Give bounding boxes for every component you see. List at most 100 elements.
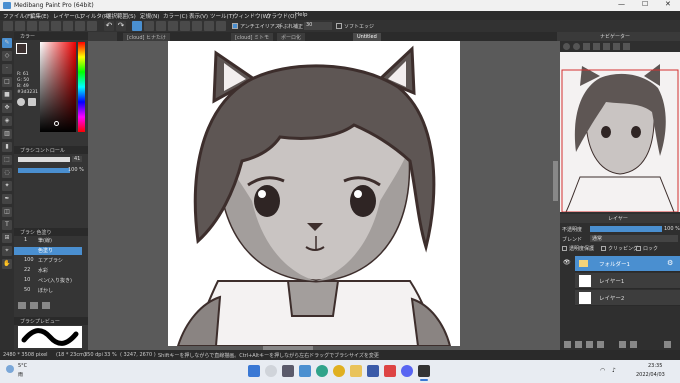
snap-circle-icon[interactable] (192, 21, 202, 31)
canvas-vertical-scrollbar[interactable] (553, 161, 558, 201)
layer-settings-icon[interactable]: ⚙ (667, 259, 673, 267)
menu-color[interactable]: カラー(C) (163, 12, 188, 20)
menu-view[interactable]: 表示(V) (189, 12, 208, 20)
fit-view-icon[interactable] (583, 43, 590, 50)
chrome-icon[interactable] (333, 365, 345, 377)
divide-tool-icon[interactable]: ⊞ (2, 233, 12, 243)
eye-icon[interactable]: 👁 (563, 259, 571, 266)
select-pen-icon[interactable]: ✒ (2, 194, 12, 204)
hue-slider[interactable] (78, 42, 85, 132)
weather-icon[interactable] (6, 365, 14, 373)
cloud-icon[interactable] (27, 21, 37, 31)
snap-off-icon[interactable] (144, 21, 154, 31)
widgets-icon[interactable] (299, 365, 311, 377)
lock-checkbox[interactable] (636, 246, 641, 251)
rect-tool-icon[interactable]: □ (2, 77, 12, 87)
layer-row[interactable]: レイヤー2 (575, 290, 680, 306)
edge-icon[interactable] (316, 365, 328, 377)
dot-tool-icon[interactable]: · (2, 64, 12, 74)
brush-opacity-slider[interactable] (18, 168, 70, 173)
tab-mitomo[interactable]: [cloud] ミトモ (231, 33, 274, 41)
maximize-button[interactable]: ☐ (642, 0, 648, 8)
layer-row[interactable]: レイヤー1 (575, 273, 680, 289)
tab-untitled[interactable]: Untitled (353, 33, 381, 41)
flip-view-icon[interactable] (623, 43, 630, 50)
brush-list-item[interactable]: 1 筆(線) (14, 237, 82, 245)
volume-icon[interactable]: ♪ (612, 367, 616, 374)
canvas-area[interactable] (88, 41, 560, 350)
layer-opacity-slider[interactable] (590, 226, 662, 232)
search-icon[interactable] (265, 365, 277, 377)
zoom-icon[interactable] (87, 21, 97, 31)
rotate-icon[interactable] (75, 21, 85, 31)
menu-help[interactable]: Help (295, 12, 308, 18)
select-tool-icon[interactable] (132, 21, 142, 31)
drawing-canvas[interactable] (168, 41, 460, 346)
layer-opacity-value[interactable]: 100 % (664, 226, 680, 232)
snap-cross-icon[interactable] (168, 21, 178, 31)
eyedropper-tool-icon[interactable]: ⌖ (2, 246, 12, 256)
palette-icon[interactable] (17, 98, 25, 106)
tab-porouka[interactable]: ポーロ化 (277, 33, 306, 41)
move-up-icon[interactable] (619, 341, 626, 348)
snap-radial-icon[interactable] (180, 21, 190, 31)
brush-size-value[interactable]: 41 (72, 156, 83, 162)
brush-list-item[interactable]: 100 エアブラシ (14, 257, 82, 265)
share-icon[interactable] (51, 21, 61, 31)
tab-hinatake[interactable]: [cloud] ヒナたけ (123, 33, 171, 41)
brush-list-item[interactable]: 22 水彩 (14, 267, 82, 275)
gradient-tool-icon[interactable]: ▥ (2, 129, 12, 139)
wifi-icon[interactable]: ◠ (600, 367, 605, 374)
text-tool-icon[interactable]: T (2, 220, 12, 230)
new-file-icon[interactable] (3, 21, 13, 31)
discord-icon[interactable] (401, 365, 413, 377)
select-rect-icon[interactable]: ⬚ (2, 155, 12, 165)
actual-size-icon[interactable] (593, 43, 600, 50)
fill-shape-icon[interactable]: ■ (2, 90, 12, 100)
lasso-tool-icon[interactable]: ◌ (2, 168, 12, 178)
menu-file[interactable]: ファイル(F) (3, 12, 32, 20)
delete-brush-icon[interactable] (42, 302, 50, 309)
new-folder-icon[interactable] (575, 341, 582, 348)
protect-alpha-checkbox[interactable] (562, 246, 567, 251)
menu-ruler[interactable]: 定規(N) (140, 12, 159, 20)
brush-tool-icon[interactable]: ✎ (2, 38, 12, 48)
brush-list-item[interactable]: 50 ぼかし (14, 287, 82, 295)
brush-size-slider[interactable] (18, 157, 70, 162)
fill-tool-icon[interactable]: ▮ (2, 142, 12, 152)
brush-opacity-value[interactable]: 100 % (68, 167, 84, 173)
history-icon[interactable] (28, 98, 36, 106)
duplicate-layer-icon[interactable] (586, 341, 593, 348)
layer-row[interactable]: フォルダー1 ⚙ (575, 256, 680, 272)
start-icon[interactable] (248, 365, 260, 377)
merge-layer-icon[interactable] (597, 341, 604, 348)
antialias-checkbox[interactable] (232, 23, 238, 29)
clipping-checkbox[interactable] (601, 246, 606, 251)
mail-icon[interactable] (384, 365, 396, 377)
rotate-right-icon[interactable] (613, 43, 620, 50)
flip-icon[interactable] (63, 21, 73, 31)
snap-parallel-icon[interactable] (156, 21, 166, 31)
redo-icon[interactable]: ↷ (116, 21, 126, 31)
add-brush-icon[interactable] (18, 302, 26, 309)
menu-select[interactable]: 選択範囲(S) (106, 12, 136, 20)
open-file-icon[interactable] (15, 21, 25, 31)
navigator-preview[interactable] (560, 52, 680, 212)
menu-cloud[interactable]: クラウド(O) (266, 12, 297, 20)
color-saturation-square[interactable] (40, 42, 76, 132)
zoom-in-icon[interactable] (563, 43, 570, 50)
brush-settings-icon[interactable] (30, 302, 38, 309)
task-view-icon[interactable] (282, 365, 294, 377)
eraser-tool-icon[interactable]: ◇ (2, 51, 12, 61)
zoom-out-icon[interactable] (573, 43, 580, 50)
minimize-button[interactable]: — (618, 0, 625, 8)
softedge-checkbox[interactable] (336, 23, 342, 29)
magic-wand-icon[interactable]: ✦ (2, 181, 12, 191)
correction-select[interactable]: 30 (304, 22, 332, 30)
medibang-icon[interactable] (418, 365, 430, 377)
new-layer-icon[interactable] (564, 341, 571, 348)
move-down-icon[interactable] (630, 341, 637, 348)
move-tool-icon[interactable]: ✥ (2, 103, 12, 113)
delete-layer-icon[interactable] (664, 341, 671, 348)
brush-list-item[interactable]: 色塗り (14, 247, 82, 255)
